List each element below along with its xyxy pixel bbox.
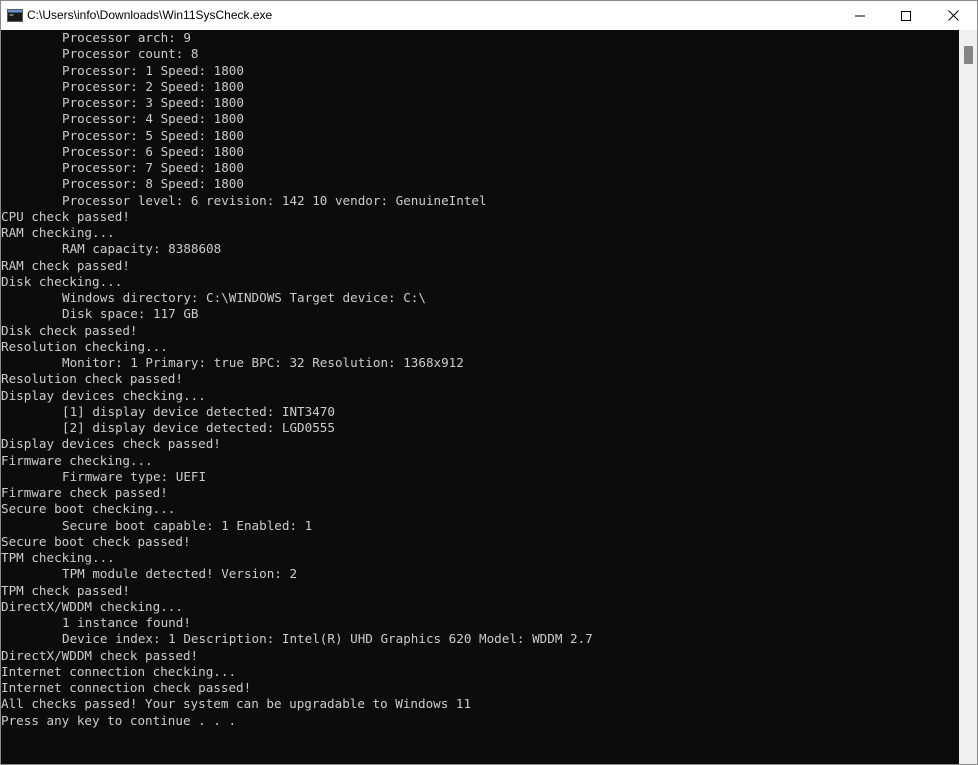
- console-line: Processor: 5 Speed: 1800: [62, 127, 244, 143]
- console-line: Firmware type: UEFI: [62, 468, 207, 484]
- console-line: Secure boot check passed!: [1, 533, 191, 549]
- console-line: RAM checking...: [1, 225, 115, 240]
- console-output[interactable]: Processor arch: 9 Processor count: 8 Proce…: [1, 30, 959, 764]
- console-line: Processor: 3 Speed: 1800: [62, 95, 244, 110]
- console-line: Processor: 4 Speed: 1800: [62, 111, 244, 127]
- console-line: Firmware check passed!: [1, 485, 168, 500]
- console-line: RAM capacity: 8388608: [62, 241, 222, 257]
- console-line: RAM check passed!: [1, 257, 130, 273]
- console-line: CPU check passed!: [1, 208, 130, 224]
- console-line: Monitor: 1 Primary: true BPC: 32 Resolut…: [62, 355, 464, 370]
- console-line: Internet connection check passed!: [1, 680, 252, 695]
- console-line: Firmware checking...: [1, 452, 153, 468]
- console-line: Processor: 2 Speed: 1800: [62, 78, 244, 94]
- title-bar[interactable]: C:\Users\info\Downloads\Win11SysCheck.ex…: [1, 1, 977, 30]
- console-line: Processor: 7 Speed: 1800: [62, 160, 244, 175]
- console-line: Resolution check passed!: [1, 371, 183, 387]
- console-line: Device index: 1 Description: Intel(R) UH…: [62, 631, 593, 647]
- console-line: [1] display device detected: INT3470: [62, 403, 335, 419]
- console-line: TPM module detected! Version: 2: [62, 566, 298, 582]
- console-line: Secure boot capable: 1 Enabled: 1: [62, 517, 313, 533]
- console-line: Processor: 6 Speed: 1800: [62, 143, 244, 159]
- console-line: 1 instance found!: [62, 615, 191, 630]
- console-line: Processor count: 8: [62, 46, 199, 62]
- close-button[interactable]: [929, 1, 977, 30]
- console-line: Display devices checking...: [1, 387, 206, 403]
- close-icon: [947, 10, 959, 21]
- console-line: TPM checking...: [1, 550, 115, 565]
- console-app-icon[interactable]: [7, 9, 23, 22]
- console-line: Processor: 1 Speed: 1800: [62, 62, 244, 78]
- console-line: Processor level: 6 revision: 142 10 vend…: [62, 192, 487, 208]
- scrollbar-thumb[interactable]: [964, 46, 973, 64]
- console-line: Disk check passed!: [1, 322, 138, 338]
- window-title: C:\Users\info\Downloads\Win11SysCheck.ex…: [27, 8, 273, 22]
- console-line: DirectX/WDDM checking...: [1, 598, 183, 614]
- console-window: C:\Users\info\Downloads\Win11SysCheck.ex…: [0, 0, 978, 765]
- minimize-icon: [855, 15, 865, 16]
- console-line: Windows directory: C:\WINDOWS Target dev…: [62, 290, 426, 305]
- maximize-icon: [901, 10, 911, 21]
- console-line: Secure boot checking...: [1, 501, 176, 517]
- minimize-button[interactable]: [837, 1, 883, 30]
- console-line: Press any key to continue . . .: [1, 712, 237, 728]
- console-line: Internet connection checking...: [1, 663, 237, 679]
- maximize-button[interactable]: [883, 1, 929, 30]
- console-line: [2] display device detected: LGD0555: [62, 420, 335, 435]
- console-line: Resolution checking...: [1, 338, 168, 354]
- console-line: DirectX/WDDM check passed!: [1, 647, 199, 663]
- console-line: TPM check passed!: [1, 582, 130, 598]
- console-line: Processor: 8 Speed: 1800: [62, 176, 244, 192]
- console-line: Disk checking...: [1, 273, 123, 289]
- console-line: Display devices check passed!: [1, 436, 221, 452]
- console-line: Disk space: 117 GB: [62, 306, 199, 322]
- console-line: Processor arch: 9: [62, 30, 191, 45]
- vertical-scrollbar[interactable]: [959, 30, 977, 764]
- console-line: All checks passed! Your system can be up…: [1, 696, 472, 712]
